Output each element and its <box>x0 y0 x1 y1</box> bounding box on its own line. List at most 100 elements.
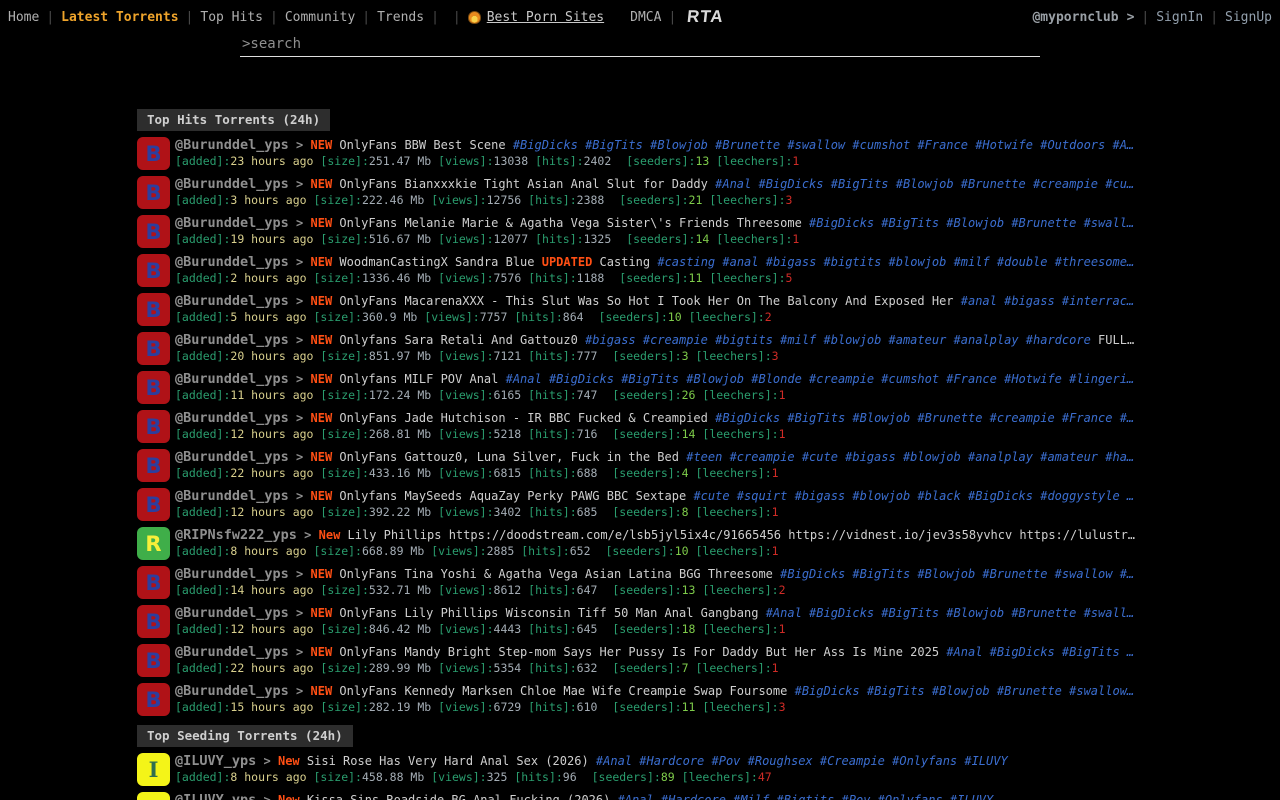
torrent-title[interactable]: OnlyFans Mandy Bright Step-mom Says Her … <box>339 645 939 659</box>
torrent-title[interactable]: OnlyFans Gattouz0, Luna Silver, Fuck in … <box>339 450 679 464</box>
hashtags[interactable]: #BigDicks #BigTits #Blowjob #Brunette #s… <box>809 216 1134 230</box>
uploader-avatar[interactable]: B <box>137 605 170 638</box>
best-porn-sites-link[interactable]: Best Porn Sites <box>487 10 604 25</box>
caret-separator: > <box>296 333 303 347</box>
hashtags[interactable]: #BigDicks #BigTits #Blowjob #Brunette #s… <box>795 684 1135 698</box>
best-porn-sites-promo[interactable]: Best Porn Sites <box>468 10 604 25</box>
nav-home[interactable]: Home <box>8 10 39 25</box>
torrent-title[interactable]: OnlyFans Bianxxxkie Tight Asian Anal Slu… <box>339 177 707 191</box>
uploader-link[interactable]: @Burunddel_yps <box>175 605 289 621</box>
search-input[interactable] <box>242 36 1038 52</box>
torrent-title[interactable]: Lily Phillips https://doodstream.com/e/l… <box>348 528 1135 542</box>
uploader-link[interactable]: @Burunddel_yps <box>175 566 289 582</box>
uploader-link[interactable]: @Burunddel_yps <box>175 137 289 153</box>
uploader-avatar[interactable]: B <box>137 371 170 404</box>
uploader-avatar[interactable]: B <box>137 566 170 599</box>
hashtags[interactable]: #Anal #Hardcore #Milf #Bigtits #Pov #Onl… <box>618 793 994 800</box>
uploader-link[interactable]: @Burunddel_yps <box>175 293 289 309</box>
hashtags[interactable]: #BigDicks #BigTits #Blowjob #Brunette #s… <box>513 138 1134 152</box>
hashtags[interactable]: #Anal #Hardcore #Pov #Roughsex #Creampie… <box>596 754 1008 768</box>
seeders-label: [seeders]: <box>612 661 681 675</box>
seeders-label: [seeders]: <box>612 427 681 441</box>
nav-latest-torrents[interactable]: Latest Torrents <box>61 10 178 25</box>
uploader-link[interactable]: @Burunddel_yps <box>175 371 289 387</box>
torrent-title[interactable]: Kissa Sins Roadside BG Anal Fucking (202… <box>307 793 610 800</box>
uploader-avatar[interactable]: R <box>137 527 170 560</box>
signup-link[interactable]: SignUp <box>1225 10 1272 25</box>
torrent-title[interactable]: OnlyFans Melanie Marie & Agatha Vega Sis… <box>339 216 801 230</box>
hashtags[interactable]: #casting #anal #bigass #bigtits #blowjob… <box>657 255 1134 269</box>
avatar-letter: B <box>145 220 161 244</box>
torrent-title[interactable]: OnlyFans Tina Yoshi & Agatha Vega Asian … <box>339 567 772 581</box>
hashtags[interactable]: #BigDicks #BigTits #Blowjob #Brunette #c… <box>715 411 1134 425</box>
uploader-avatar[interactable]: B <box>137 683 170 716</box>
uploader-link[interactable]: @Burunddel_yps <box>175 254 289 270</box>
torrent-title[interactable]: OnlyFans Kennedy Marksen Chloe Mae Wife … <box>339 684 787 698</box>
torrent-title-cont[interactable]: Casting <box>600 255 651 269</box>
uploader-link[interactable]: @Burunddel_yps <box>175 683 289 699</box>
torrent-title[interactable]: OnlyFans BBW Best Scene <box>339 138 505 152</box>
leechers-label: [leechers]: <box>695 544 771 558</box>
hashtags[interactable]: #teen #creampie #cute #bigass #blowjob #… <box>686 450 1134 464</box>
torrent-title[interactable]: OnlyFans MacarenaXXX - This Slut Was So … <box>339 294 953 308</box>
uploader-link[interactable]: @ILUVY_yps <box>175 792 256 800</box>
torrent-title[interactable]: Onlyfans MILF POV Anal <box>339 372 498 386</box>
torrent-title[interactable]: Onlyfans Sara Retali And Gattouz0 <box>339 333 577 347</box>
added-label: [added]: <box>175 193 230 207</box>
hashtags[interactable]: #Anal #BigDicks #BigTits … <box>946 645 1134 659</box>
nav-trends[interactable]: Trends <box>377 10 424 25</box>
account-name[interactable]: @mypornclub <box>1032 10 1118 25</box>
uploader-link[interactable]: @Burunddel_yps <box>175 410 289 426</box>
uploader-avatar[interactable]: I <box>137 753 170 786</box>
uploader-link[interactable]: @RIPNsfw222_yps <box>175 527 297 543</box>
views-label: [views]: <box>431 193 486 207</box>
uploader-avatar[interactable]: B <box>137 293 170 326</box>
torrent-row: B @Burunddel_yps > NEW OnlyFans Bianxxxk… <box>137 176 1143 209</box>
hits-value: 647 <box>577 583 598 597</box>
size-value: 222.46 Mb <box>362 193 424 207</box>
torrent-row: B @Burunddel_yps > NEW OnlyFans Mandy Br… <box>137 644 1143 677</box>
uploader-link[interactable]: @ILUVY_yps <box>175 753 256 769</box>
torrent-title[interactable]: Onlyfans MaySeeds AquaZay Perky PAWG BBC… <box>339 489 686 503</box>
uploader-avatar[interactable]: I <box>137 792 170 800</box>
hits-value: 747 <box>577 388 598 402</box>
signin-link[interactable]: SignIn <box>1156 10 1203 25</box>
seeders-label: [seeders]: <box>612 349 681 363</box>
uploader-avatar[interactable]: B <box>137 137 170 170</box>
uploader-link[interactable]: @Burunddel_yps <box>175 332 289 348</box>
hashtags[interactable]: #Anal #BigDicks #BigTits #Blowjob #Blond… <box>506 372 1135 386</box>
uploader-link[interactable]: @Burunddel_yps <box>175 644 289 660</box>
uploader-avatar[interactable]: B <box>137 410 170 443</box>
hashtags[interactable]: #bigass #creampie #bigtits #milf #blowjo… <box>585 333 1091 347</box>
uploader-link[interactable]: @Burunddel_yps <box>175 449 289 465</box>
torrent-title[interactable]: OnlyFans Jade Hutchison - IR BBC Fucked … <box>339 411 707 425</box>
torrent-title[interactable]: OnlyFans Lily Phillips Wisconsin Tiff 50… <box>339 606 758 620</box>
torrent-title[interactable]: Sisi Rose Has Very Hard Anal Sex (2026) <box>307 754 589 768</box>
uploader-avatar[interactable]: B <box>137 254 170 287</box>
uploader-avatar[interactable]: B <box>137 488 170 521</box>
uploader-link[interactable]: @Burunddel_yps <box>175 215 289 231</box>
hashtags[interactable]: #Anal #BigDicks #BigTits #Blowjob #Brune… <box>715 177 1134 191</box>
hashtags[interactable]: #Anal #BigDicks #BigTits #Blowjob #Brune… <box>766 606 1134 620</box>
seeders-value: 11 <box>682 700 696 714</box>
uploader-avatar[interactable]: B <box>137 449 170 482</box>
nav-community[interactable]: Community <box>285 10 355 25</box>
uploader-avatar[interactable]: B <box>137 332 170 365</box>
torrent-title[interactable]: WoodmanCastingX Sandra Blue <box>339 255 534 269</box>
nav-top-hits[interactable]: Top Hits <box>200 10 263 25</box>
uploader-avatar[interactable]: B <box>137 644 170 677</box>
dmca-link[interactable]: DMCA <box>630 10 661 25</box>
torrent-title-line: @Burunddel_yps > NEW WoodmanCastingX San… <box>175 254 1141 270</box>
uploader-link[interactable]: @Burunddel_yps <box>175 176 289 192</box>
new-badge: NEW <box>311 372 333 386</box>
seeders-label: [seeders]: <box>605 544 674 558</box>
hashtags[interactable]: #anal #bigass #interrac… <box>961 294 1134 308</box>
torrent-title-line: @RIPNsfw222_yps > New Lily Phillips http… <box>175 527 1141 543</box>
uploader-link[interactable]: @Burunddel_yps <box>175 488 289 504</box>
uploader-avatar[interactable]: B <box>137 215 170 248</box>
hashtags[interactable]: #BigDicks #BigTits #Blowjob #Brunette #s… <box>780 567 1134 581</box>
uploader-avatar[interactable]: B <box>137 176 170 209</box>
hashtags[interactable]: #cute #squirt #bigass #blowjob #black #B… <box>693 489 1134 503</box>
leechers-value: 47 <box>758 770 772 784</box>
torrent-row: B @Burunddel_yps > NEW OnlyFans Jade Hut… <box>137 410 1143 443</box>
